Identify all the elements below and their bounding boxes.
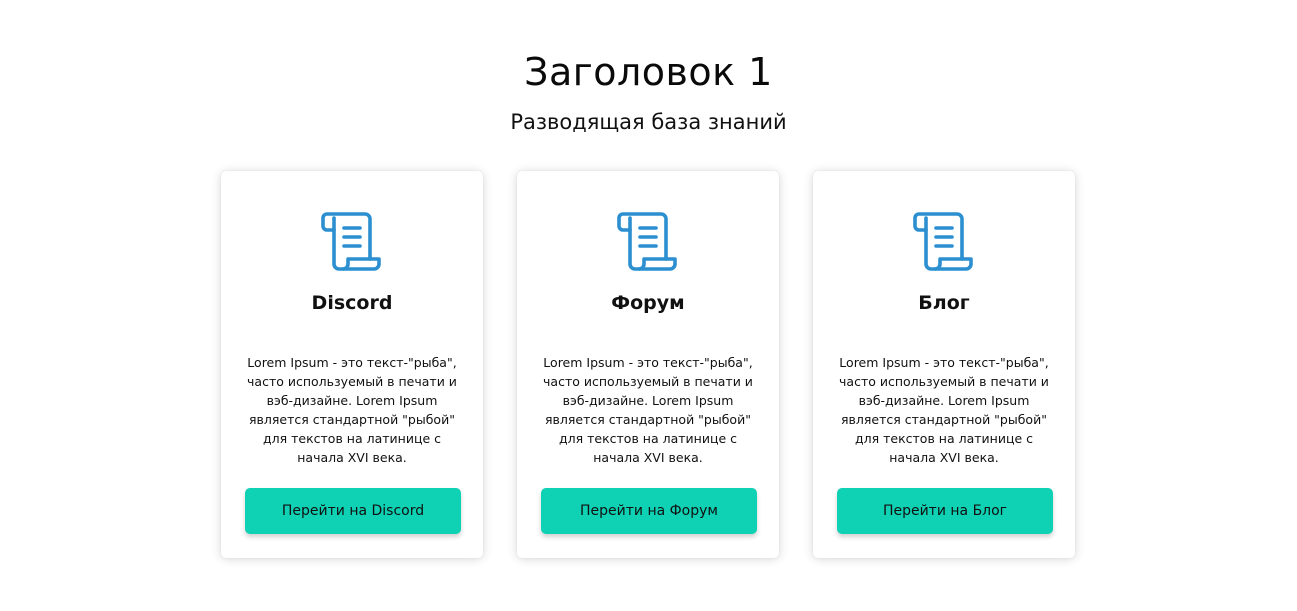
go-to-blog-button[interactable]: Перейти на Блог [837, 488, 1053, 534]
card-forum: Форум Lorem Ipsum - это текст-"рыба", ча… [517, 171, 779, 558]
card-description: Lorem Ipsum - это текст-"рыба", часто ис… [543, 355, 753, 465]
card-title: Форум [611, 292, 685, 314]
go-to-discord-button[interactable]: Перейти на Discord [245, 488, 461, 534]
card-discord: Discord Lorem Ipsum - это текст-"рыба", … [221, 171, 483, 558]
scroll-document-icon [320, 209, 384, 273]
card-description: Lorem Ipsum - это текст-"рыба", часто ис… [247, 355, 457, 465]
go-to-forum-button[interactable]: Перейти на Форум [541, 488, 757, 534]
card-description: Lorem Ipsum - это текст-"рыба", часто ис… [839, 355, 1049, 465]
scroll-document-icon [912, 209, 976, 273]
card-title: Блог [918, 292, 970, 314]
cards-row: Discord Lorem Ipsum - это текст-"рыба", … [221, 171, 1075, 558]
card-title: Discord [311, 292, 393, 314]
scroll-document-icon [616, 209, 680, 273]
page-subtitle: Разводящая база знаний [510, 110, 787, 134]
page: Заголовок 1 Разводящая база знаний Disco… [0, 0, 1297, 611]
card-blog: Блог Lorem Ipsum - это текст-"рыба", час… [813, 171, 1075, 558]
page-title: Заголовок 1 [524, 50, 773, 94]
